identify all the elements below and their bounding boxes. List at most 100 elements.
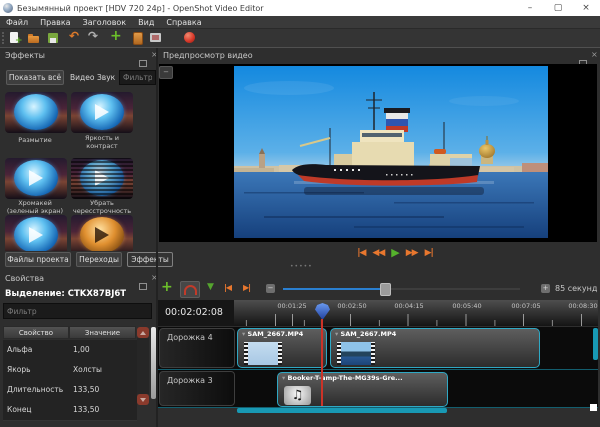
properties-panel-title: Свойства <box>5 274 44 283</box>
table-row-duration[interactable]: Длительность 133,50 <box>3 380 137 401</box>
track-3-header[interactable]: Дорожка 3 <box>159 371 235 406</box>
effects-filter-audio[interactable]: Звук <box>97 73 115 82</box>
effect-label: Размытие <box>2 137 68 145</box>
ruler-label: 00:05:40 <box>452 302 481 310</box>
clip-sam2667-2[interactable]: ▾ SAM_2667.MP4 <box>330 328 540 368</box>
timeline-vertical-scrollbar[interactable] <box>593 328 598 360</box>
properties-scrollbar[interactable] <box>137 338 149 394</box>
jump-start-button[interactable]: |◀ <box>357 248 365 258</box>
ruler-label: 00:07:05 <box>511 302 540 310</box>
timecode-box: 00:02:02:08 <box>158 300 234 326</box>
scroll-up-button[interactable] <box>137 327 149 338</box>
clip-menu-icon[interactable]: ▾ <box>282 374 285 382</box>
effect-thumb-blur[interactable] <box>5 92 67 133</box>
choose-profile-icon[interactable] <box>132 32 145 44</box>
preview-panel-close-icon[interactable]: × <box>591 52 598 58</box>
close-button[interactable]: × <box>572 0 600 16</box>
effects-filter-input[interactable] <box>119 70 156 85</box>
music-note-icon: ♫ <box>284 386 311 405</box>
minimize-button[interactable]: – <box>516 0 544 16</box>
maximize-button[interactable]: ▢ <box>544 0 572 16</box>
playhead-line[interactable] <box>321 319 323 406</box>
transport-bar: |◀ ◀◀ ▶ ▶▶ ▶| <box>335 246 455 259</box>
preview-corner-button[interactable]: − <box>159 66 173 79</box>
effect-thumb-partial-2[interactable] <box>71 215 133 251</box>
zoom-slider-handle[interactable] <box>380 283 391 296</box>
app-logo-icon <box>3 3 13 13</box>
effect-label: Хромакей (зеленый экран) <box>2 200 68 215</box>
resize-grip[interactable] <box>590 404 597 411</box>
clip-menu-icon[interactable]: ▾ <box>242 330 245 338</box>
ruler-label: 00:04:15 <box>394 302 423 310</box>
timeline-horizontal-scrollbar[interactable] <box>237 408 447 413</box>
property-name: Альфа <box>7 345 32 354</box>
video-viewport <box>159 64 597 242</box>
open-project-icon[interactable] <box>28 32 41 44</box>
previous-marker-button[interactable]: |◀ <box>224 283 231 292</box>
undo-icon[interactable]: ↶ <box>69 29 82 41</box>
zoom-out-icon[interactable]: − <box>266 284 275 293</box>
panel-splitter-handle[interactable]: ••••• <box>290 263 313 270</box>
window-title: Безымянный проект [HDV 720 24p] - OpenSh… <box>17 4 264 13</box>
table-row-alpha[interactable]: Альфа 1,00 <box>3 340 137 361</box>
ruler-label: 00:02:50 <box>337 302 366 310</box>
properties-filter-input[interactable] <box>3 303 152 319</box>
effect-label: Яркость и контраст <box>69 135 135 150</box>
effects-filter-video[interactable]: Видео <box>70 73 94 82</box>
video-frame-ship <box>234 66 548 238</box>
title-bar: Безымянный проект [HDV 720 24p] - OpenSh… <box>0 0 600 16</box>
menu-help[interactable]: Справка <box>160 18 207 27</box>
clip-thumbnail <box>337 342 375 365</box>
effects-panel-title: Эффекты <box>5 51 45 60</box>
fullscreen-icon[interactable] <box>150 32 163 44</box>
add-marker-button[interactable]: ▼ <box>207 282 214 292</box>
current-time-display: 00:02:02:08 <box>165 307 223 318</box>
zoom-in-icon[interactable]: + <box>541 284 550 293</box>
timeline-ruler[interactable]: 00:01:25 00:02:50 00:04:15 00:05:40 00:0… <box>234 300 598 326</box>
tab-effects[interactable]: Эффекты <box>127 252 173 267</box>
effect-thumb-chromakey[interactable] <box>5 158 67 199</box>
tab-project-files[interactable]: Файлы проекта <box>5 252 71 267</box>
property-value: 1,00 <box>73 345 90 354</box>
menu-file[interactable]: Файл <box>0 18 34 27</box>
openshot-window: Безымянный проект [HDV 720 24p] - OpenSh… <box>0 0 600 427</box>
clip-menu-icon[interactable]: ▾ <box>335 330 338 338</box>
effect-thumb-deinterlace[interactable] <box>71 158 133 199</box>
track-name: Дорожка 4 <box>167 333 213 342</box>
timeline-side-scrollbar[interactable] <box>151 327 156 399</box>
jump-end-button[interactable]: ▶| <box>425 248 433 258</box>
property-name: Якорь <box>7 365 31 374</box>
effect-thumb-brightness[interactable] <box>71 92 133 133</box>
table-row-anchor[interactable]: Якорь Холсты <box>3 360 137 381</box>
toolbar-handle[interactable] <box>2 32 6 44</box>
new-project-icon[interactable]: + <box>9 32 22 44</box>
ruler-label: 00:01:25 <box>277 302 306 310</box>
clip-audio-booker-t[interactable]: ▾ Booker-T-amp-The-MG39s-Gre... ♫ <box>277 372 448 407</box>
snapping-toggle[interactable] <box>180 281 200 298</box>
export-video-icon[interactable] <box>184 32 197 44</box>
property-name: Длительность <box>7 385 63 394</box>
clip-sam2667-1[interactable]: ▾ SAM_2667.MP4 <box>237 328 327 368</box>
track-4-header[interactable]: Дорожка 4 <box>159 328 235 368</box>
effect-thumb-partial-1[interactable] <box>5 215 67 251</box>
scroll-down-button[interactable] <box>137 394 149 405</box>
effects-filter-show-all[interactable]: Показать всё <box>6 70 64 85</box>
rewind-button[interactable]: ◀◀ <box>372 248 384 258</box>
add-track-button[interactable]: + <box>161 279 173 295</box>
tab-transitions[interactable]: Переходы <box>76 252 122 267</box>
play-button[interactable]: ▶ <box>391 246 398 259</box>
import-files-icon[interactable]: + <box>110 28 123 40</box>
save-project-icon[interactable] <box>48 32 61 44</box>
fast-forward-button[interactable]: ▶▶ <box>406 248 418 258</box>
property-value: 133,50 <box>73 405 99 414</box>
property-name: Конец <box>7 405 32 414</box>
menu-view[interactable]: Вид <box>132 18 160 27</box>
table-row-end[interactable]: Конец 133,50 <box>3 400 137 421</box>
properties-panel-float-icon[interactable] <box>136 276 147 295</box>
redo-icon[interactable]: ↷ <box>88 29 101 41</box>
menu-title[interactable]: Заголовок <box>77 18 133 27</box>
next-marker-button[interactable]: ▶| <box>243 283 250 292</box>
selection-label: Выделение: CTKX87BJ6T <box>5 289 126 299</box>
zoom-slider-fill <box>283 288 384 290</box>
menu-edit[interactable]: Правка <box>34 18 76 27</box>
